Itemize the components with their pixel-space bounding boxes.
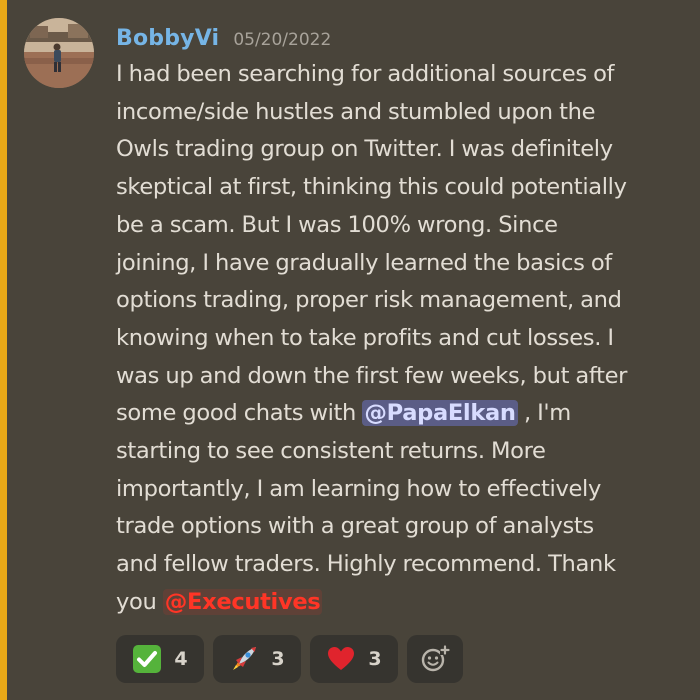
reaction-count: 3 — [368, 648, 382, 670]
reaction-count: 3 — [271, 648, 285, 670]
message-line: knowing when to take profits and cut los… — [116, 324, 614, 351]
message-line: income/side hustles and stumbled upon th… — [116, 98, 596, 125]
message-line: skeptical at first, thinking this could … — [116, 174, 627, 201]
message-text: , I'm — [517, 400, 571, 427]
message-line: options trading, proper risk management,… — [116, 287, 622, 314]
username[interactable]: BobbyVi — [116, 26, 219, 51]
message-line: starting to see consistent returns. More — [116, 438, 546, 465]
message-line: joining, I have gradually learned the ba… — [116, 249, 612, 276]
user-mention[interactable]: @PapaElkan — [362, 400, 518, 427]
message-text: some good chats with — [116, 400, 363, 427]
check-mark-icon — [132, 644, 162, 674]
avatar-photo — [24, 18, 94, 88]
heart-icon — [326, 644, 356, 674]
message-line: trade options with a great group of anal… — [116, 513, 594, 540]
reaction-check-mark[interactable]: 4 — [116, 635, 204, 683]
avatar[interactable] — [24, 18, 94, 88]
role-mention[interactable]: @Executives — [162, 588, 323, 615]
reaction-rocket[interactable]: 3 — [213, 635, 301, 683]
message-text: you — [116, 588, 163, 615]
reactions-bar: 4 3 3 — [116, 635, 463, 683]
chat-message: BobbyVi 05/20/2022 I had been searching … — [0, 0, 700, 700]
highlight-accent-bar — [0, 0, 7, 700]
reaction-count: 4 — [174, 648, 188, 670]
message-line: Owls trading group on Twitter. I was def… — [116, 136, 613, 163]
rocket-icon — [229, 644, 259, 674]
message-line: I had been searching for additional sour… — [116, 61, 615, 87]
add-reaction-button[interactable] — [407, 635, 463, 683]
message-line: was up and down the first few weeks, but… — [116, 362, 628, 389]
message-line: and fellow traders. Highly recommend. Th… — [116, 551, 616, 578]
message-header: BobbyVi 05/20/2022 — [116, 26, 331, 54]
message-line: be a scam. But I was 100% wrong. Since — [116, 211, 558, 238]
message-line: some good chats with @PapaElkan , I'm — [116, 395, 686, 433]
reaction-heart[interactable]: 3 — [310, 635, 398, 683]
timestamp: 05/20/2022 — [233, 30, 332, 50]
message-line: importantly, I am learning how to effect… — [116, 475, 601, 502]
message-line: you @Executives — [116, 584, 686, 622]
message-content: I had been searching for additional sour… — [116, 56, 686, 622]
add-reaction-icon — [420, 644, 450, 674]
